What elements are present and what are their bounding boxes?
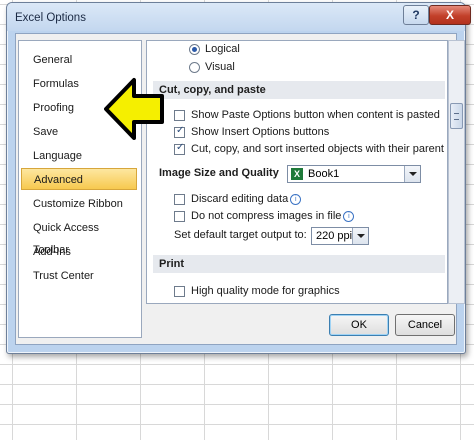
logical-radio[interactable] (189, 44, 200, 55)
logical-radio-label: Logical (205, 43, 240, 55)
visual-radio-label: Visual (205, 61, 235, 73)
show-paste-options-label: Show Paste Options button when content i… (191, 109, 440, 121)
section-print: Print (153, 255, 445, 273)
workbook-select-value: Book1 (308, 168, 340, 180)
nav-item-advanced[interactable]: Advanced (21, 168, 137, 190)
show-insert-options-checkbox[interactable] (174, 125, 185, 138)
title-bar: Excel Options ? X (7, 3, 471, 31)
workbook-select[interactable]: X Book1 (287, 165, 421, 183)
target-output-label: Set default target output to: (174, 229, 307, 241)
help-button[interactable]: ? (403, 5, 429, 25)
nav-item-quick-access-toolbar[interactable]: Quick Access Toolbar (21, 217, 137, 256)
section-cut-copy-paste: Cut, copy, and paste (153, 81, 445, 99)
dialog-title: Excel Options (15, 12, 86, 24)
show-paste-options-checkbox[interactable] (174, 110, 185, 121)
info-icon: i (343, 210, 355, 222)
visual-radio[interactable] (189, 62, 200, 73)
nav-item-language[interactable]: Language (21, 145, 137, 167)
info-icon: i (290, 193, 302, 205)
nav-item-general[interactable]: General (21, 49, 137, 71)
high-quality-graphics-label: High quality mode for graphics (191, 285, 340, 297)
content-scrollbar[interactable] (448, 40, 465, 304)
cancel-button[interactable]: Cancel (395, 314, 455, 336)
ok-button[interactable]: OK (329, 314, 389, 336)
do-not-compress-images-checkbox[interactable] (174, 211, 185, 222)
cut-copy-sort-objects-checkbox[interactable] (174, 142, 185, 155)
cut-copy-sort-objects-label: Cut, copy, and sort inserted objects wit… (191, 143, 448, 155)
dialog-body: General Formulas Proofing Save Language … (15, 33, 465, 345)
nav-item-add-ins[interactable]: Add-Ins (21, 241, 137, 263)
show-insert-options-label: Show Insert Options buttons (191, 126, 330, 138)
discard-editing-data-label: Discard editing data i (191, 191, 302, 207)
nav-item-customize-ribbon[interactable]: Customize Ribbon (21, 193, 137, 215)
chevron-down-icon (404, 166, 420, 182)
do-not-compress-images-label: Do not compress images in file i (191, 208, 355, 224)
scrollbar-thumb[interactable] (450, 103, 463, 129)
target-output-value: 220 ppi (316, 230, 353, 242)
nav-item-trust-center[interactable]: Trust Center (21, 265, 137, 287)
excel-workbook-icon: X (291, 168, 303, 180)
options-content: Logical Visual Cut, copy, and paste Show… (146, 40, 448, 304)
chevron-down-icon (352, 228, 368, 244)
target-output-select[interactable]: 220 ppi (311, 227, 369, 245)
excel-options-dialog: Excel Options ? X General Formulas Proof… (6, 2, 471, 354)
high-quality-graphics-checkbox[interactable] (174, 286, 185, 297)
close-button[interactable]: X (429, 5, 471, 25)
yellow-arrow-icon (104, 78, 164, 140)
discard-editing-data-checkbox[interactable] (174, 194, 185, 205)
